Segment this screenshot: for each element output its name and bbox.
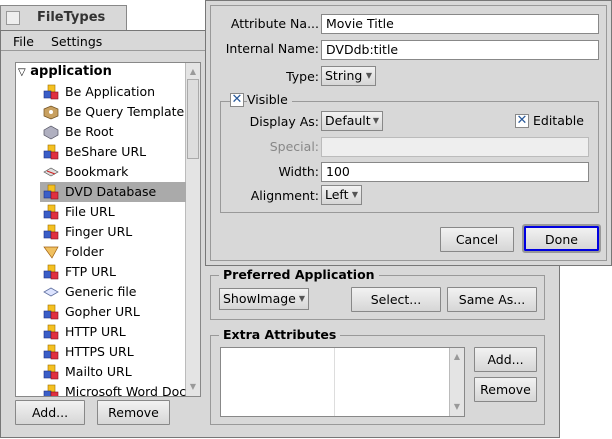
scroll-down-icon[interactable]: ▼ [450, 400, 464, 414]
list-item-label: FTP URL [65, 264, 116, 279]
attribute-name-field[interactable]: Movie Title [321, 14, 599, 34]
window-tab[interactable]: FileTypes [0, 5, 127, 31]
close-button[interactable] [6, 11, 20, 25]
display-as-label: Display As: [249, 114, 319, 129]
special-field[interactable] [321, 137, 589, 157]
list-item[interactable]: Be Root [40, 122, 186, 142]
scroll-up-icon[interactable]: ▲ [450, 350, 464, 364]
list-item-label: Folder [65, 244, 104, 259]
app-cubes-icon [43, 384, 59, 396]
remove-type-button[interactable]: Remove [97, 400, 170, 425]
list-item-label: Be Root [65, 124, 114, 139]
type-label: Type: [286, 69, 319, 84]
internal-name-label: Internal Name: [225, 41, 319, 56]
bookmark-icon [43, 164, 59, 180]
app-cubes-icon [43, 184, 59, 200]
group-label: Extra Attributes [219, 327, 341, 342]
same-as-button[interactable]: Same As... [447, 287, 537, 312]
list-item-label: Microsoft Word Doc [65, 384, 187, 397]
scroll-down-icon[interactable]: ▼ [186, 380, 200, 394]
list-item-label: HTTPS URL [65, 344, 134, 359]
list-item-label: Mailto URL [65, 364, 132, 379]
group-label: Preferred Application [219, 267, 379, 282]
attribute-dialog: Attribute Na... Movie Title Internal Nam… [205, 0, 612, 266]
app-cubes-icon [43, 344, 59, 360]
list-item[interactable]: HTTPS URL [40, 342, 186, 362]
list-item-label: HTTP URL [65, 324, 126, 339]
editable-label: Editable [533, 113, 584, 128]
display-as-menu[interactable]: Default ▼ [321, 111, 383, 131]
list-item-label: Be Query Template [65, 104, 185, 119]
editable-checkbox[interactable]: ✕ [515, 114, 529, 128]
list-item[interactable]: File URL [40, 202, 186, 222]
list-item-label: Bookmark [65, 164, 129, 179]
group-application[interactable]: ▽ application [18, 64, 112, 79]
app-cubes-icon [43, 84, 59, 100]
list-item-label: DVD Database [65, 184, 157, 199]
file-type-list[interactable]: ▽ application ▲ ▼ Be Application Be Query… [15, 62, 201, 397]
list-item[interactable]: Finger URL [40, 222, 186, 242]
remove-attribute-button[interactable]: Remove [474, 377, 537, 402]
list-item[interactable]: Bookmark [40, 162, 186, 182]
app-cubes-icon [43, 204, 59, 220]
done-button[interactable]: Done [522, 224, 601, 253]
menu-settings[interactable]: Settings [51, 34, 102, 49]
list-item-label: Be Application [65, 84, 156, 99]
app-cubes-icon [43, 324, 59, 340]
list-item[interactable]: HTTP URL [40, 322, 186, 342]
drive-icon [43, 124, 59, 140]
list-item[interactable]: Generic file [40, 282, 186, 302]
app-cubes-icon [43, 264, 59, 280]
extra-attributes-list[interactable]: ▲ ▼ [220, 347, 465, 417]
list-scrollbar[interactable]: ▲ ▼ [185, 63, 200, 396]
type-menu[interactable]: String ▼ [321, 66, 376, 86]
app-cubes-icon [43, 364, 59, 380]
window-title: FileTypes [37, 10, 106, 25]
list-item[interactable]: Be Query Template [40, 102, 186, 122]
alignment-menu[interactable]: Left ▼ [321, 185, 362, 205]
collapse-triangle-icon[interactable]: ▽ [18, 67, 26, 78]
add-attribute-button[interactable]: Add... [474, 347, 537, 372]
menu-file[interactable]: File [13, 34, 34, 49]
width-field[interactable]: 100 [321, 162, 589, 182]
list-item[interactable]: DVD Database [40, 182, 186, 202]
list-item-label: Generic file [65, 284, 137, 299]
width-label: Width: [278, 164, 319, 179]
query-icon [43, 104, 59, 120]
attribute-name-label: Attribute Na... [230, 16, 319, 31]
list-item-label: Finger URL [65, 224, 133, 239]
list-item[interactable]: Folder [40, 242, 186, 262]
cancel-button[interactable]: Cancel [440, 227, 514, 252]
list-item[interactable]: Microsoft Word Doc [40, 382, 187, 397]
scroll-thumb[interactable] [187, 79, 199, 159]
list-item-label: BeShare URL [65, 144, 147, 159]
list-item[interactable]: FTP URL [40, 262, 186, 282]
extra-scrollbar[interactable]: ▲ ▼ [449, 348, 464, 416]
list-item-label: Gopher URL [65, 304, 140, 319]
preferred-app-menu[interactable]: ShowImage ▼ [219, 288, 309, 310]
generic-file-icon [43, 284, 59, 300]
list-item[interactable]: Gopher URL [40, 302, 186, 322]
list-item-label: File URL [65, 204, 115, 219]
add-type-button[interactable]: Add... [15, 400, 85, 425]
folder-icon [43, 244, 59, 260]
visible-label: Visible [247, 92, 292, 107]
scroll-up-icon[interactable]: ▲ [186, 65, 200, 79]
select-button[interactable]: Select... [351, 287, 441, 312]
list-item[interactable]: Be Application [40, 82, 186, 102]
app-cubes-icon [43, 304, 59, 320]
list-item[interactable]: Mailto URL [40, 362, 186, 382]
app-cubes-icon [43, 144, 59, 160]
internal-name-field[interactable]: DVDdb:title [321, 40, 599, 60]
list-item[interactable]: BeShare URL [40, 142, 186, 162]
visible-checkbox[interactable]: ✕ [230, 93, 244, 107]
special-label: Special: [269, 139, 319, 154]
app-cubes-icon [43, 224, 59, 240]
alignment-label: Alignment: [250, 188, 319, 203]
